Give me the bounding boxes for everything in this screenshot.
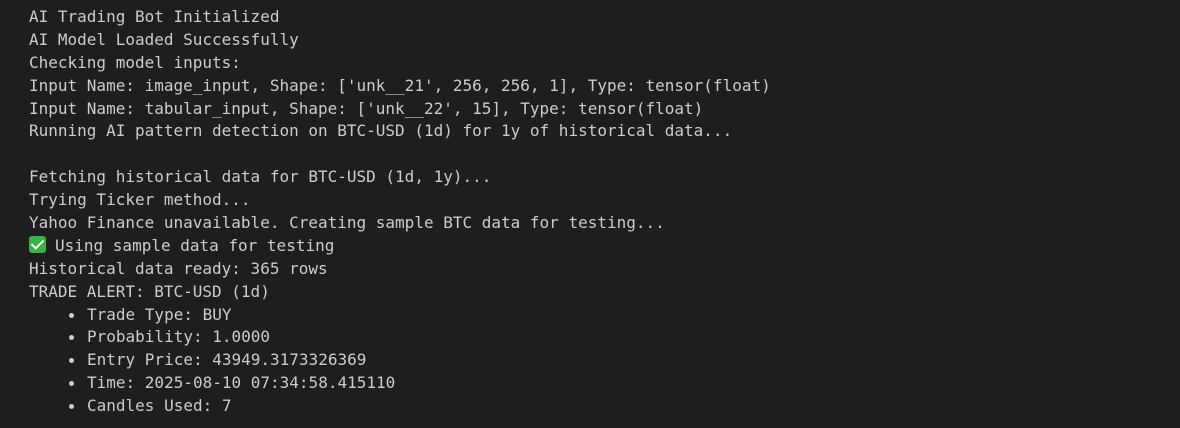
- trade-alert-header: TRADE ALERT: BTC-USD (1d): [29, 281, 270, 301]
- log-line: Fetching historical data for BTC-USD (1d…: [29, 167, 492, 187]
- list-item: Probability: 1.0000: [69, 326, 1180, 349]
- trade-details-list: Trade Type: BUY Probability: 1.0000 Entr…: [29, 304, 1180, 418]
- alert-time: Time: 2025-08-10 07:34:58.415110: [87, 373, 396, 393]
- log-line: Running AI pattern detection on BTC-USD …: [29, 121, 733, 141]
- log-line: Trying Ticker method...: [29, 190, 251, 210]
- check-mark-icon: [29, 235, 46, 253]
- bullet-icon: [69, 335, 74, 341]
- console-output: AI Trading Bot Initialized AI Model Load…: [0, 0, 1180, 428]
- bullet-icon: [69, 404, 74, 410]
- log-line: AI Trading Bot Initialized: [29, 7, 280, 26]
- log-line: Input Name: tabular_input, Shape: ['unk_…: [29, 98, 704, 118]
- candles-used: Candles Used: 7: [87, 396, 232, 416]
- list-item: Time: 2025-08-10 07:34:58.415110: [69, 372, 1180, 395]
- list-item: Candles Used: 7: [69, 395, 1180, 418]
- sample-data-text: Using sample data for testing: [55, 235, 335, 255]
- probability: Probability: 1.0000: [87, 327, 271, 347]
- log-line: AI Model Loaded Successfully: [29, 29, 299, 49]
- log-line: Yahoo Finance unavailable. Creating samp…: [29, 213, 665, 233]
- log-line: Historical data ready: 365 rows: [29, 258, 328, 278]
- log-line: Input Name: image_input, Shape: ['unk__2…: [29, 75, 771, 95]
- bullet-icon: [69, 312, 74, 318]
- list-item: Trade Type: BUY: [69, 304, 1180, 327]
- bullet-icon: [69, 381, 74, 387]
- bullet-icon: [69, 358, 74, 364]
- sample-data-line: Using sample data for testing: [29, 235, 1180, 258]
- entry-price: Entry Price: 43949.3173326369: [87, 350, 367, 370]
- log-line: Checking model inputs:: [29, 52, 241, 72]
- trade-type: Trade Type: BUY: [87, 304, 232, 324]
- list-item: Entry Price: 43949.3173326369: [69, 349, 1180, 372]
